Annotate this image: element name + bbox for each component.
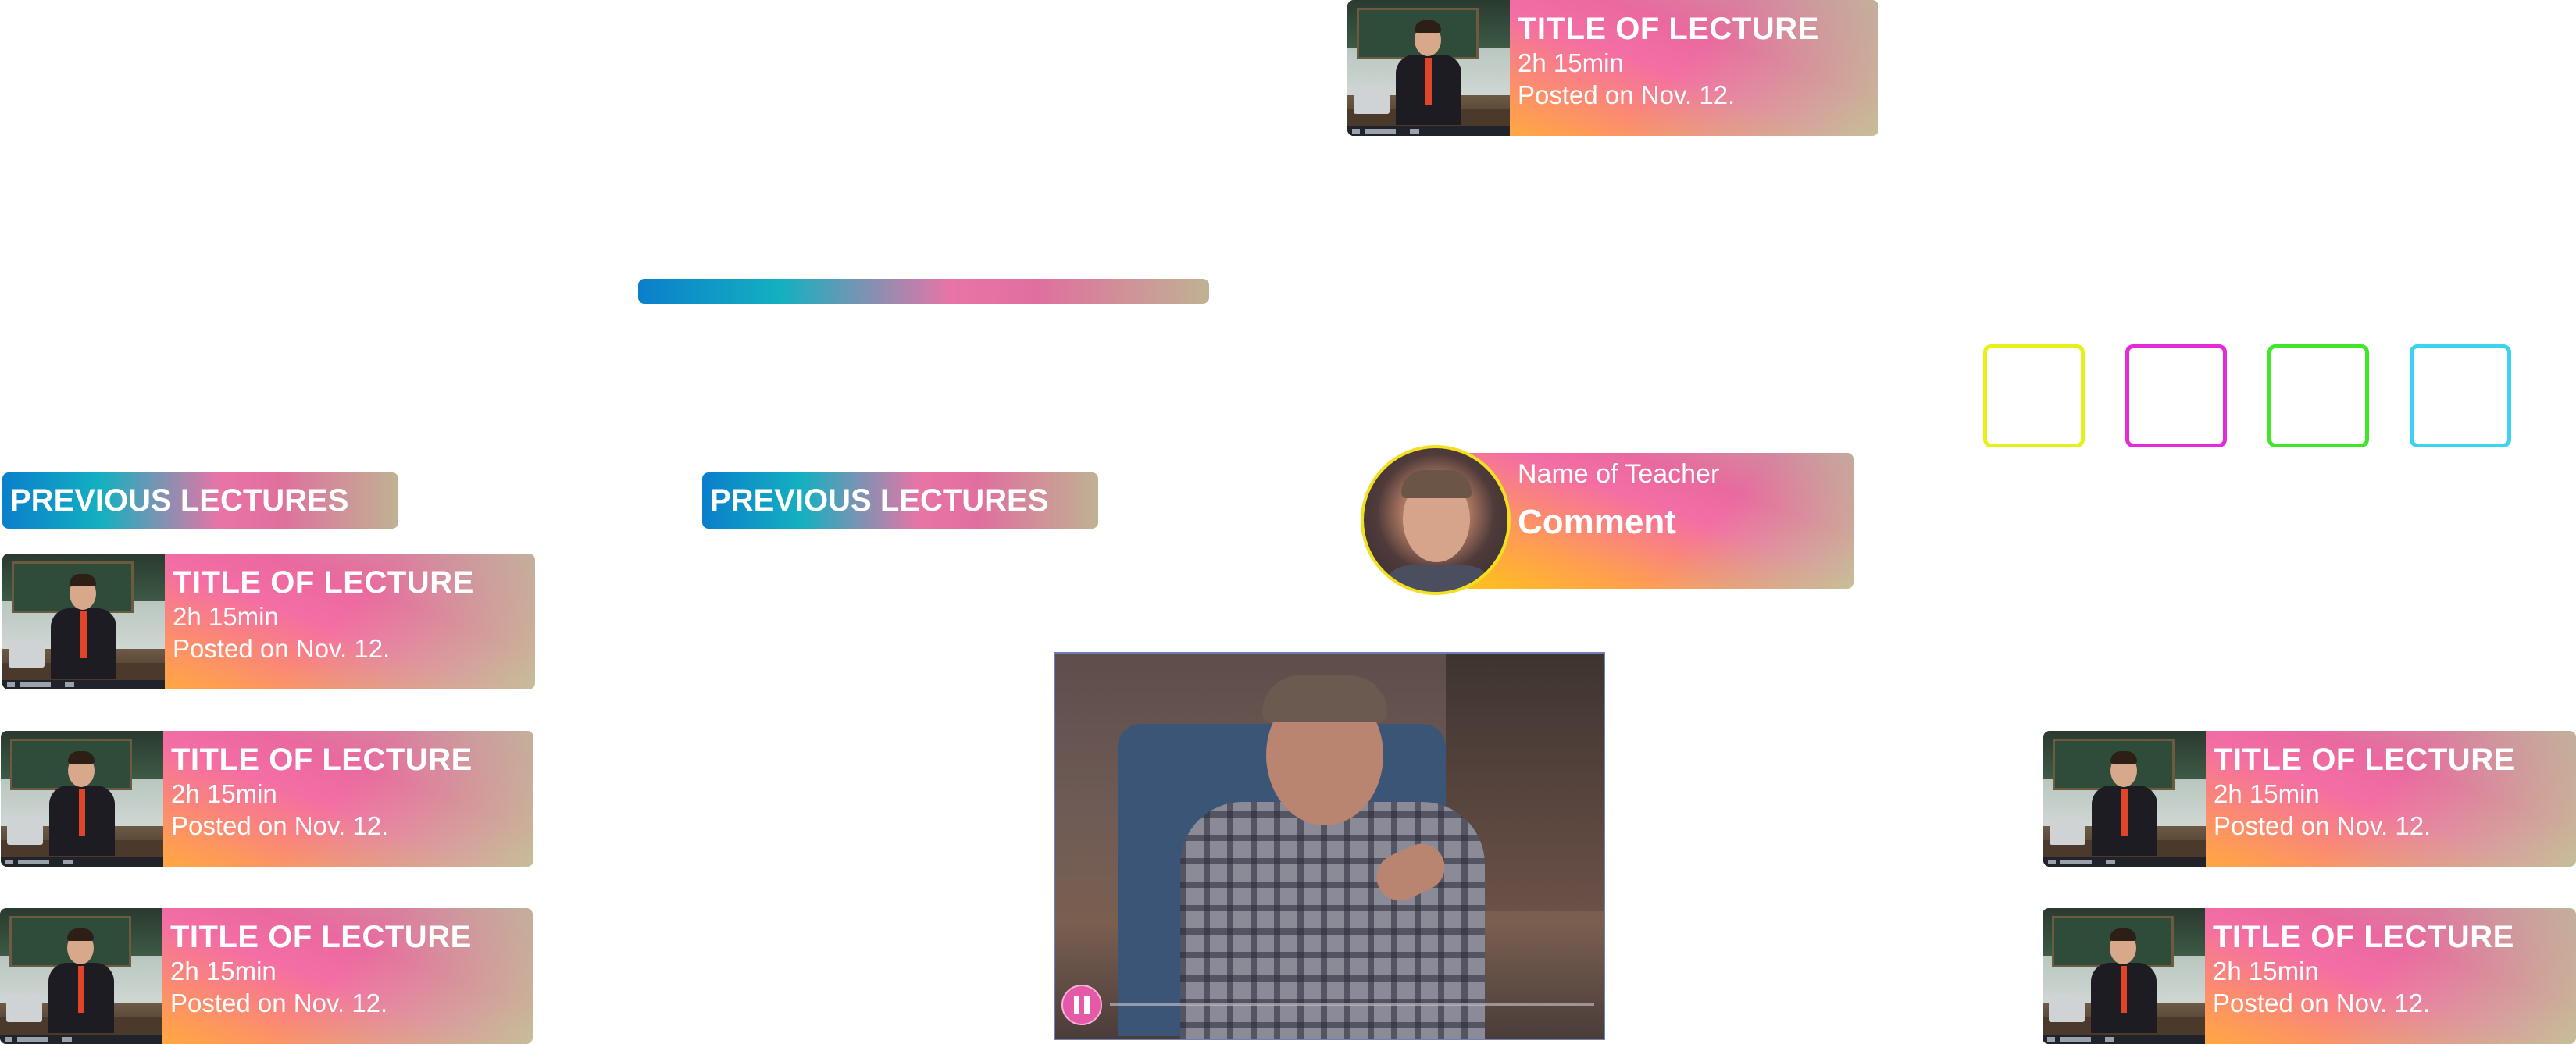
teacher-avatar <box>1361 445 1511 595</box>
lecture-thumbnail <box>1347 0 1510 136</box>
lecture-posted-date: Posted on Nov. 12. <box>1518 80 1736 109</box>
lecture-duration: 2h 15min <box>2213 957 2319 985</box>
lecture-thumbnail <box>2043 731 2206 867</box>
lecture-card-top[interactable]: TITLE OF LECTURE 2h 15min Posted on Nov.… <box>1347 0 1878 136</box>
lecture-card[interactable]: TITLE OF LECTURE 2h 15min Posted on Nov.… <box>2043 908 2576 1044</box>
lecture-thumbnail <box>2 554 165 689</box>
lecture-title: TITLE OF LECTURE <box>173 565 474 600</box>
lecture-thumbnail <box>1 731 163 867</box>
lecture-duration: 2h 15min <box>170 957 277 985</box>
lecture-duration: 2h 15min <box>1518 48 1624 77</box>
video-scrub-bar[interactable] <box>1110 1003 1594 1006</box>
lecture-posted-date: Posted on Nov. 12. <box>2213 989 2431 1017</box>
lecture-title: TITLE OF LECTURE <box>2214 743 2515 777</box>
color-swatch-magenta[interactable] <box>2125 344 2227 447</box>
color-swatch-green[interactable] <box>2267 344 2369 447</box>
teacher-name: Name of Teacher <box>1518 459 1720 489</box>
color-swatch-yellow[interactable] <box>1983 344 2085 447</box>
lecture-card[interactable]: TITLE OF LECTURE 2h 15min Posted on Nov.… <box>0 908 533 1044</box>
lecture-card[interactable]: TITLE OF LECTURE 2h 15min Posted on Nov.… <box>2 554 535 689</box>
teacher-comment: Comment <box>1518 503 1676 541</box>
video-player[interactable] <box>1054 652 1605 1040</box>
lecture-title: TITLE OF LECTURE <box>171 743 473 777</box>
lecture-card[interactable]: TITLE OF LECTURE 2h 15min Posted on Nov.… <box>1 731 533 867</box>
lecture-card[interactable]: TITLE OF LECTURE 2h 15min Posted on Nov.… <box>2043 731 2576 867</box>
lecture-title: TITLE OF LECTURE <box>2213 920 2514 954</box>
lecture-posted-date: Posted on Nov. 12. <box>173 634 391 663</box>
lecture-posted-date: Posted on Nov. 12. <box>2214 811 2432 840</box>
lecture-thumbnail <box>0 908 162 1044</box>
lecture-posted-date: Posted on Nov. 12. <box>171 811 389 840</box>
pause-button[interactable] <box>1061 985 1102 1025</box>
lecture-title: TITLE OF LECTURE <box>1518 12 1819 46</box>
video-speaker-hair <box>1262 675 1387 722</box>
lecture-duration: 2h 15min <box>173 602 279 631</box>
lecture-duration: 2h 15min <box>171 779 277 808</box>
lecture-title: TITLE OF LECTURE <box>170 920 472 954</box>
color-swatch-cyan[interactable] <box>2410 344 2511 447</box>
lecture-thumbnail <box>2043 908 2205 1044</box>
previous-lectures-header-left: PREVIOUS LECTURES <box>2 472 398 529</box>
previous-lectures-header-center: PREVIOUS LECTURES <box>702 472 1098 529</box>
lecture-duration: 2h 15min <box>2214 779 2320 808</box>
lecture-posted-date: Posted on Nov. 12. <box>170 989 388 1017</box>
progress-bar[interactable] <box>638 279 1209 304</box>
